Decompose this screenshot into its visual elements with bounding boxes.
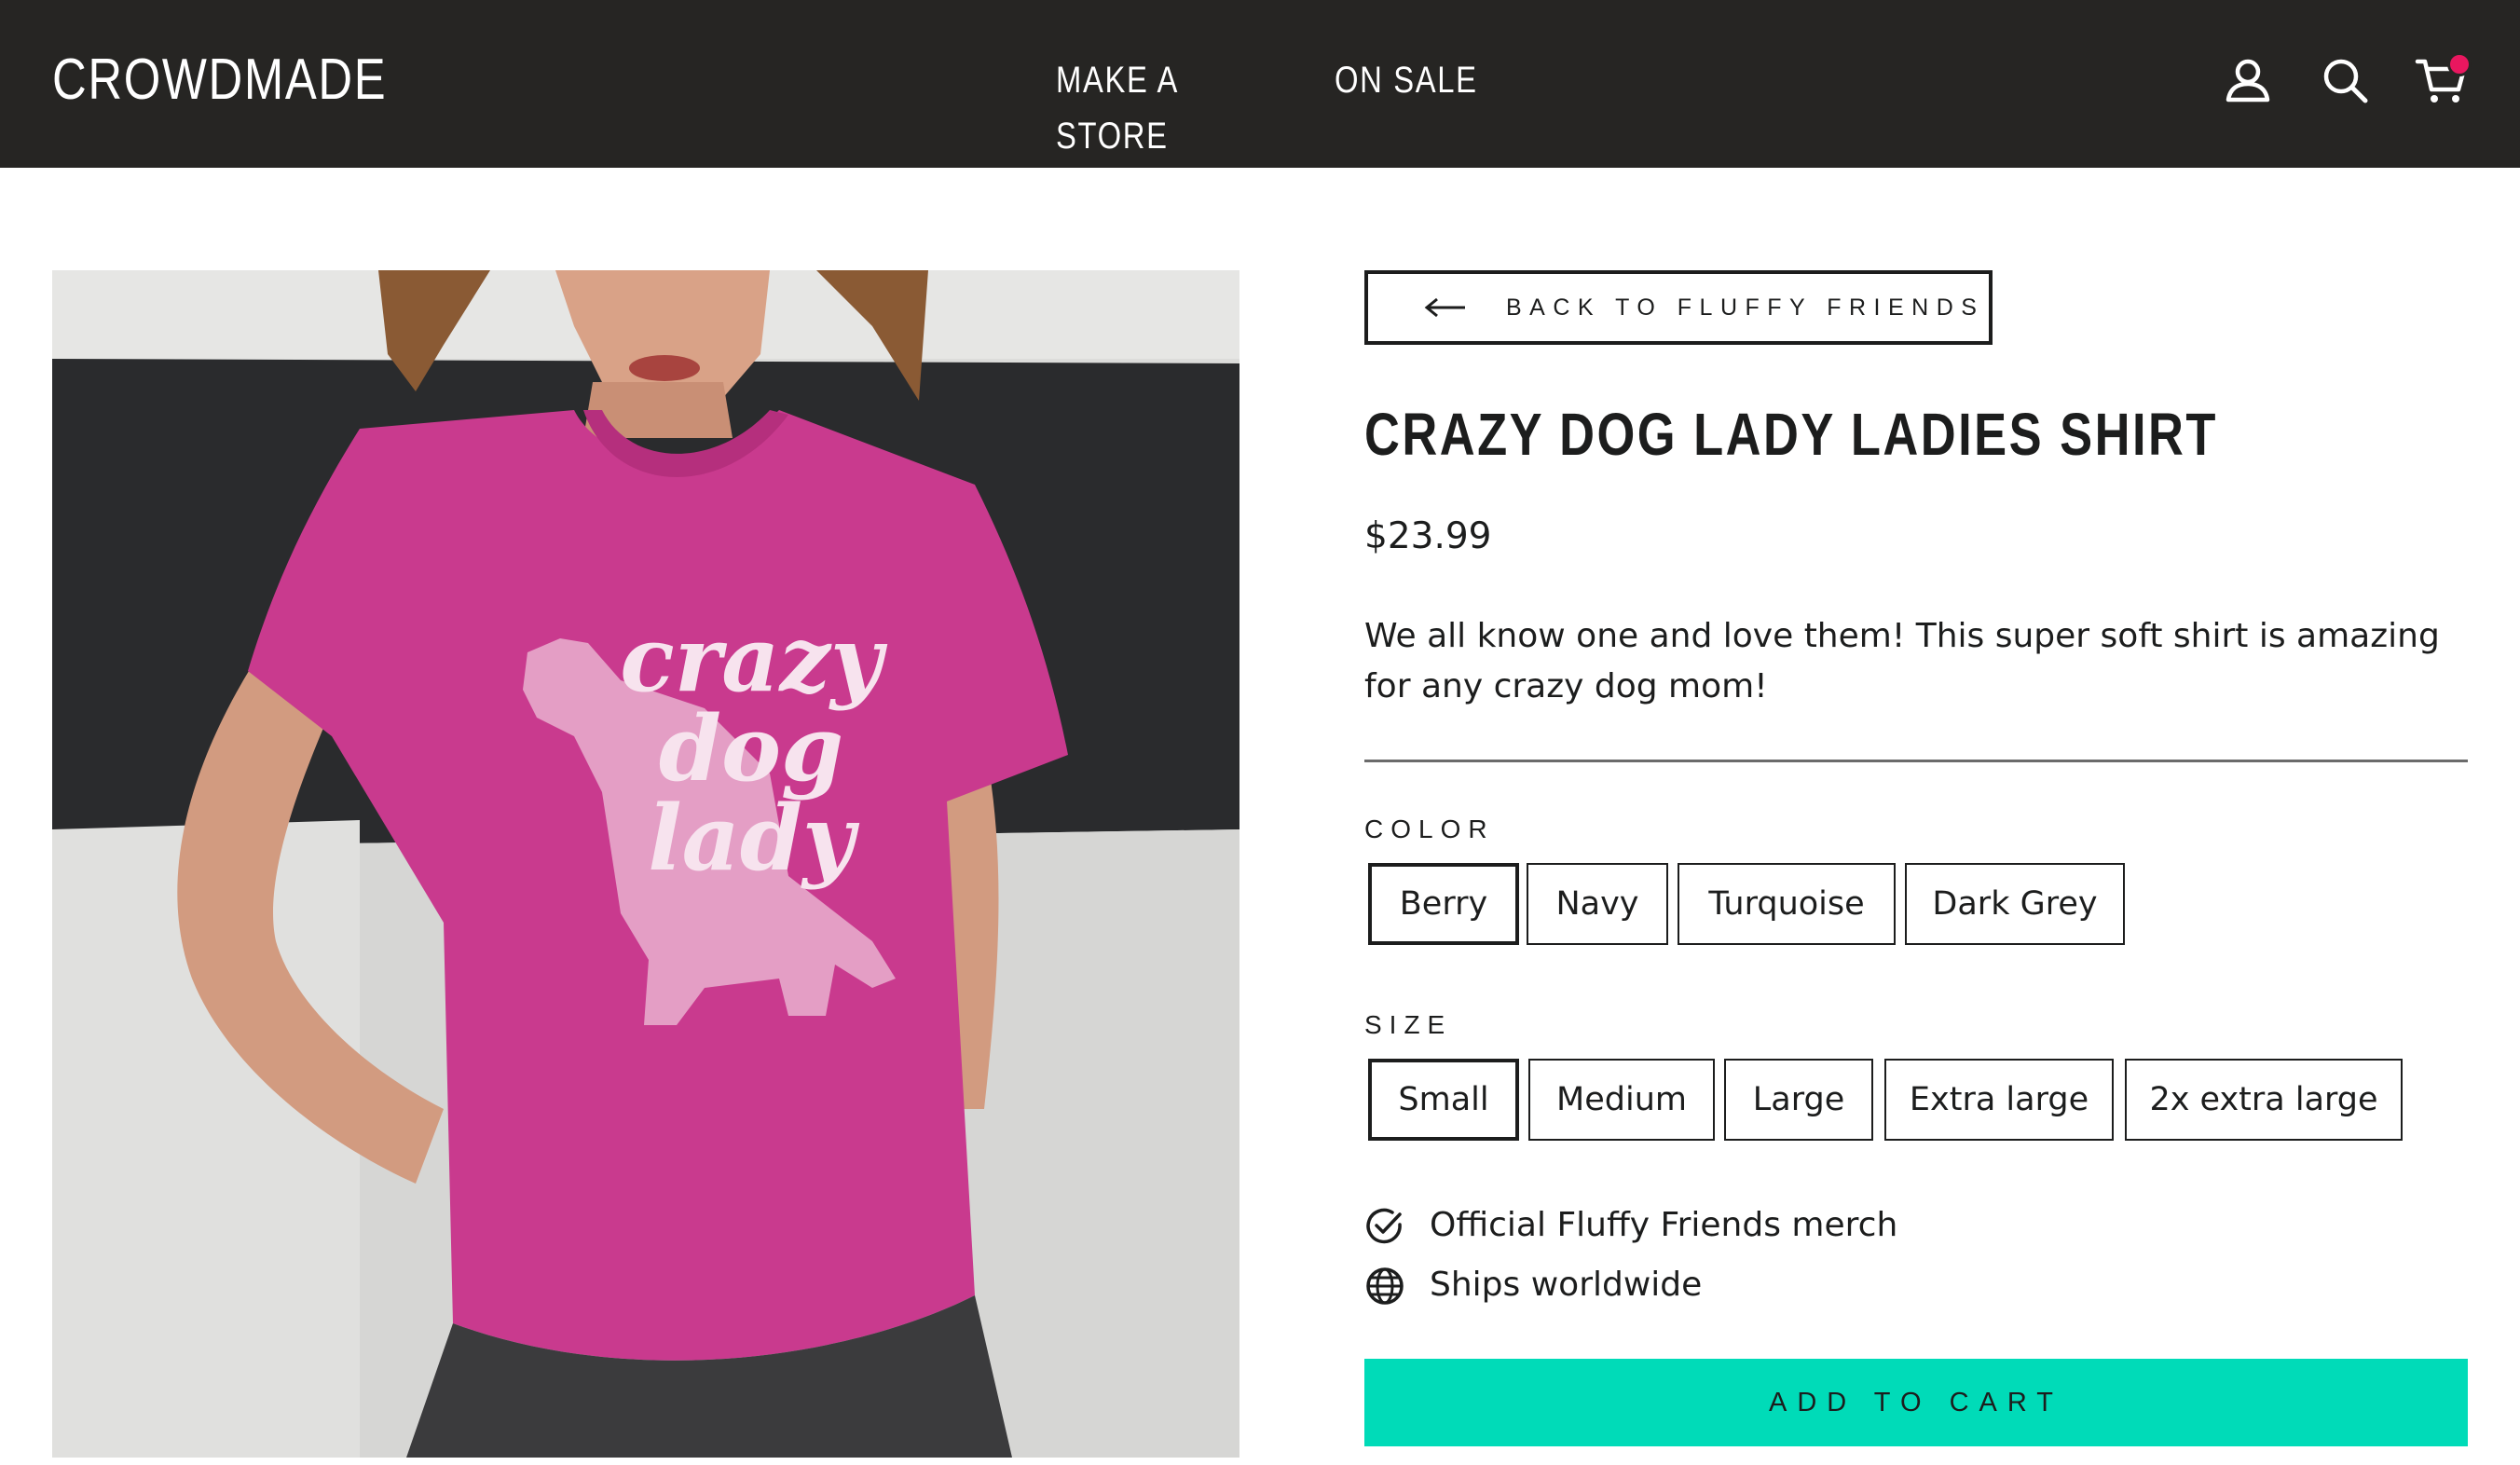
color-option-navy[interactable]: Navy: [1527, 863, 1668, 945]
color-options: Berry Navy Turquoise Dark Grey: [1364, 863, 2483, 945]
check-circle-icon: [1366, 1208, 1402, 1244]
size-option-2x-extra-large[interactable]: 2x extra large: [2125, 1059, 2403, 1141]
cart-badge: [2447, 52, 2472, 76]
product-description: We all know one and love them! This supe…: [1364, 617, 2440, 705]
divider: [1364, 760, 2468, 762]
shirt-print-text: crazy dog lady: [602, 615, 900, 883]
feature-ships-worldwide: Ships worldwide: [1364, 1262, 2110, 1308]
arrow-left-icon: [1424, 297, 1465, 318]
size-option-small[interactable]: Small: [1368, 1059, 1519, 1141]
product-image[interactable]: crazy dog lady: [52, 270, 1239, 1458]
nav-on-sale[interactable]: ON SALE: [1335, 52, 1487, 108]
shirt-print-line: lady: [648, 786, 855, 891]
add-to-cart-button[interactable]: ADD TO CART: [1364, 1359, 2468, 1446]
feature-official-merch: Official Fluffy Friends merch: [1364, 1202, 2110, 1249]
shirt-print-line: crazy: [620, 607, 883, 712]
size-label: SIZE: [1364, 1010, 1453, 1039]
site-header: CROWDMADE MAKE A STORE ON SALE: [0, 0, 2520, 168]
search-icon[interactable]: [2317, 52, 2373, 108]
globe-icon: [1366, 1267, 1404, 1305]
nav-make-a-store[interactable]: MAKE A STORE: [1056, 52, 1285, 164]
color-option-berry[interactable]: Berry: [1368, 863, 1519, 945]
product-price: $23.99: [1364, 515, 1492, 557]
shirt-print-line: dog: [658, 696, 844, 801]
size-option-extra-large[interactable]: Extra large: [1884, 1059, 2114, 1141]
color-option-dark-grey[interactable]: Dark Grey: [1905, 863, 2125, 945]
product-title: CRAZY DOG LADY LADIES SHIRT: [1364, 401, 2218, 468]
color-label: COLOR: [1364, 815, 1495, 843]
feature-text: Ships worldwide: [1430, 1266, 1703, 1304]
feature-text: Official Fluffy Friends merch: [1430, 1206, 1898, 1244]
size-options: Small Medium Large Extra large 2x extra …: [1364, 1059, 2483, 1141]
back-link-label: BACK TO FLUFFY FRIENDS: [1506, 294, 1985, 321]
account-icon[interactable]: [2220, 52, 2276, 108]
site-logo[interactable]: CROWDMADE: [52, 43, 387, 117]
back-to-collection-button[interactable]: BACK TO FLUFFY FRIENDS: [1364, 270, 1993, 345]
color-option-turquoise[interactable]: Turquoise: [1678, 863, 1896, 945]
size-option-large[interactable]: Large: [1724, 1059, 1873, 1141]
size-option-medium[interactable]: Medium: [1528, 1059, 1715, 1141]
